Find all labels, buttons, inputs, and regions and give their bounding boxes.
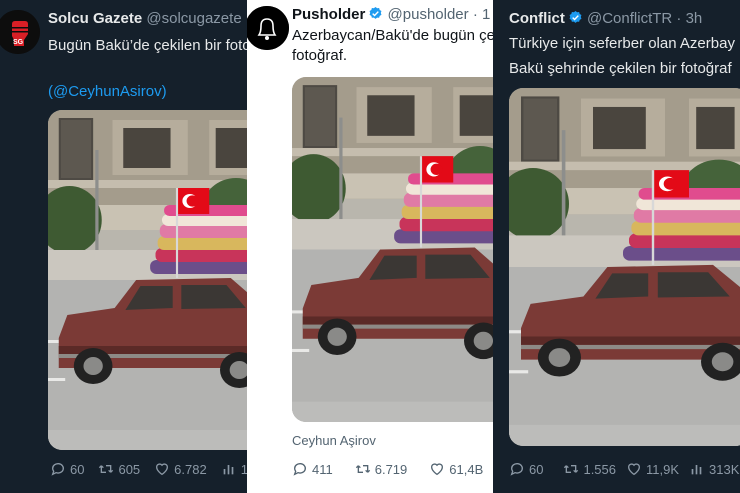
retweet-button[interactable]: 1.556 <box>563 461 616 477</box>
reply-icon <box>509 461 525 477</box>
reply-icon <box>292 461 308 477</box>
retweet-icon <box>563 461 579 477</box>
like-count: 6.782 <box>174 461 207 477</box>
views-button[interactable]: 313K <box>689 461 739 477</box>
retweet-icon <box>355 461 371 477</box>
svg-text:SG: SG <box>13 39 24 46</box>
tweet-text: Bugün Bakü’de çekilen bir fotoğ <box>48 37 247 54</box>
tweet-photo[interactable] <box>509 88 740 446</box>
pusholder-avatar[interactable] <box>247 6 289 50</box>
author-name[interactable]: Conflict <box>509 10 565 27</box>
tweet-actions: 60 1.556 11,9K 313K <box>509 461 740 477</box>
bell-logo <box>247 6 289 50</box>
like-icon <box>626 461 642 477</box>
author-name[interactable]: Pusholder <box>292 6 365 23</box>
retweet-count: 605 <box>118 461 141 477</box>
reply-icon <box>50 461 66 477</box>
author-handle[interactable]: @solcugazete <box>146 10 241 27</box>
tweet-time[interactable]: 1 sa <box>482 6 493 23</box>
retweet-button[interactable]: 605 <box>98 461 140 477</box>
reply-count: 60 <box>529 461 544 477</box>
retweet-count: 1.556 <box>583 461 617 477</box>
tweet-actions: 411 6.719 61,4B <box>292 461 493 477</box>
like-button[interactable]: 61,4B <box>429 461 483 477</box>
raised-fist-logo: SG <box>0 10 40 54</box>
separator-dot: · <box>472 6 478 23</box>
retweet-count: 6.719 <box>374 461 408 477</box>
solcu-gazete-avatar[interactable]: SG <box>0 10 40 54</box>
retweet-icon <box>98 461 114 477</box>
tweet-photo[interactable] <box>48 110 247 450</box>
tweet-pusholder[interactable]: Pusholder @pusholder · 1 sa Azerbaycan/B… <box>247 0 493 493</box>
tweet-actions: 60 605 6.782 117 <box>50 461 247 477</box>
reply-button[interactable]: 60 <box>50 461 84 477</box>
reply-count: 411 <box>312 461 333 477</box>
tweet-text-line2: Bakü şehrinde çekilen bir fotoğraf <box>509 60 732 77</box>
views-button[interactable]: 117 <box>221 461 247 477</box>
like-count: 61,4B <box>449 461 484 477</box>
separator-dot: · <box>676 10 682 27</box>
author-handle[interactable]: @pusholder <box>388 6 469 23</box>
tweet-text-line2: fotoğraf. <box>292 47 348 64</box>
reply-count: 60 <box>70 461 85 477</box>
tweet-text-line1: Azerbaycan/Bakü'de bugün çekile <box>292 27 493 44</box>
tweet-solcu-gazete[interactable]: SG Solcu Gazete @solcugazete · Bugün Bak… <box>0 0 247 493</box>
verified-badge-icon <box>568 10 583 25</box>
mention-link[interactable]: (@CeyhunAsirov) <box>48 81 167 103</box>
like-icon <box>429 461 445 477</box>
views-count: 313K <box>709 461 740 477</box>
like-icon <box>154 461 170 477</box>
reply-button[interactable]: 411 <box>292 461 333 477</box>
tweet-photo[interactable] <box>292 77 493 422</box>
views-icon <box>221 461 237 477</box>
retweet-button[interactable]: 6.719 <box>355 461 408 477</box>
like-button[interactable]: 11,9K <box>626 461 679 477</box>
photo-caption: Ceyhun Aşirov <box>292 433 376 448</box>
tweet-text-line1: Türkiye için seferber olan Azerbay <box>509 35 735 52</box>
verified-badge-icon <box>368 6 383 21</box>
author-handle[interactable]: @ConflictTR <box>587 10 672 27</box>
like-count: 11,9K <box>646 461 680 477</box>
tweet-time[interactable]: 3h <box>686 10 703 27</box>
views-icon <box>689 461 705 477</box>
author-name[interactable]: Solcu Gazete <box>48 10 142 27</box>
like-button[interactable]: 6.782 <box>154 461 207 477</box>
reply-button[interactable]: 60 <box>509 461 543 477</box>
tweet-conflict[interactable]: Conflict @ConflictTR · 3h Türkiye için s… <box>493 0 740 493</box>
